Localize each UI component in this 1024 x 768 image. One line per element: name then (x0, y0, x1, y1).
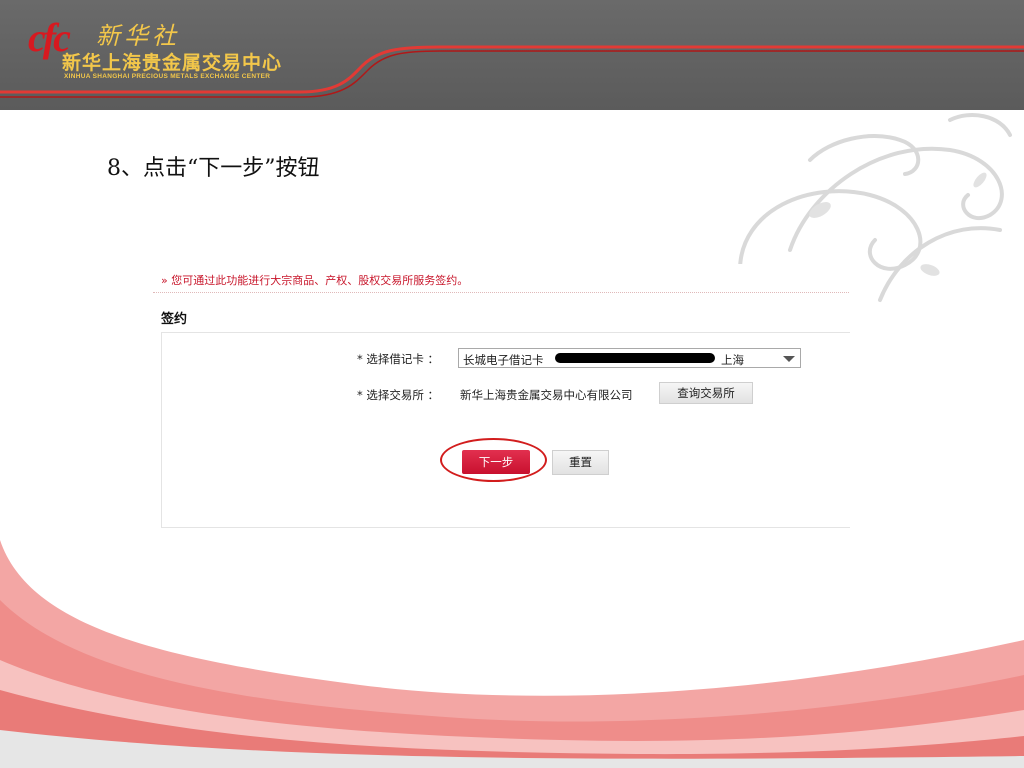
card-label: * 选择借记卡 ： (357, 352, 440, 366)
notice-divider (153, 292, 849, 293)
logo-xinhua: 新华社 (96, 22, 180, 50)
sign-up-panel: » 您可通过此功能进行大宗商品、产权、股权交易所服务签约。 签约 * 选择借记卡… (153, 264, 850, 616)
exchange-value: 新华上海贵金属交易中心有限公司 (460, 388, 633, 402)
caret-down-icon (783, 356, 795, 362)
notice: » 您可通过此功能进行大宗商品、产权、股权交易所服务签约。 (161, 272, 468, 288)
card-value: 长城电子借记卡 (463, 353, 544, 367)
card-value-suffix: 上海 (721, 353, 744, 367)
highlight-circle (440, 438, 547, 482)
step-title: 8、点击“下一步”按钮 (107, 156, 320, 181)
section-title: 签约 (161, 312, 188, 327)
logo-name-cn: 新华上海贵金属交易中心 (62, 52, 283, 74)
redaction-mark (555, 353, 715, 363)
double-chevron-right-icon: » (161, 274, 168, 287)
logo-name-en: XINHUA SHANGHAI PRECIOUS METALS EXCHANGE… (64, 73, 271, 80)
query-exchange-button[interactable]: 查询交易所 (659, 382, 753, 404)
debit-card-select[interactable]: 长城电子借记卡 上海 (458, 348, 801, 368)
exchange-label: * 选择交易所 ： (357, 388, 440, 402)
reset-button[interactable]: 重置 (552, 450, 609, 475)
notice-text: 您可通过此功能进行大宗商品、产权、股权交易所服务签约。 (171, 274, 469, 287)
header-banner: cfc 新华社 新华上海贵金属交易中心 XINHUA SHANGHAI PREC… (0, 0, 1024, 110)
